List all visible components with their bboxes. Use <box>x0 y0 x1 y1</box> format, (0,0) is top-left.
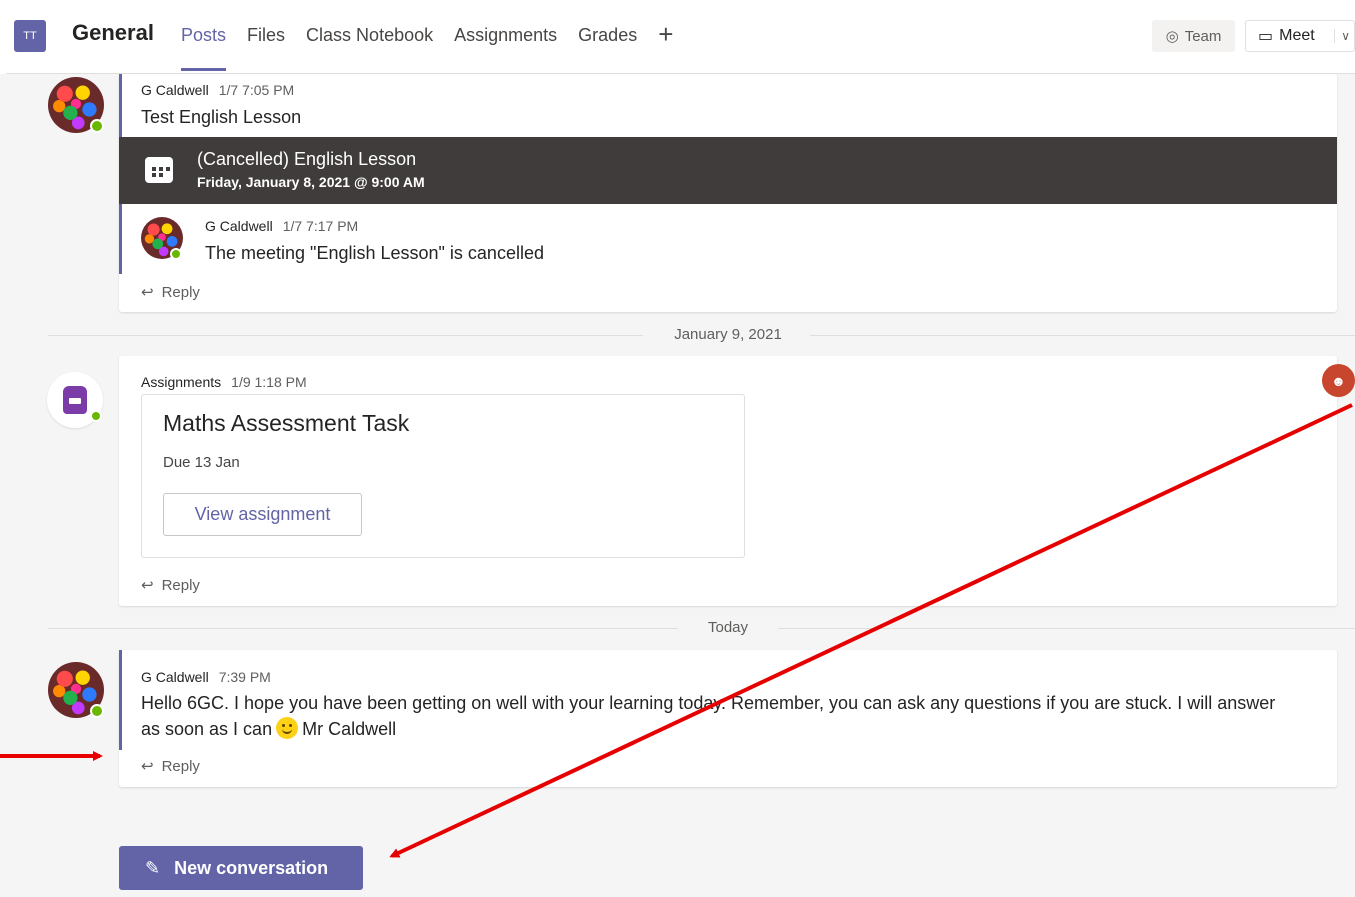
post-author[interactable]: G Caldwell <box>141 82 209 98</box>
tab-posts[interactable]: Posts <box>181 25 227 71</box>
team-button[interactable]: ◎ Team <box>1152 20 1235 52</box>
reply-button[interactable]: ↩ Reply <box>141 757 200 776</box>
thread-accent-bar <box>119 650 122 750</box>
post-text-line2: as soon as I can <box>141 719 273 739</box>
assignment-title: Maths Assessment Task <box>163 410 410 436</box>
meeting-card[interactable]: (Cancelled) English Lesson Friday, Janua… <box>119 137 1337 204</box>
calendar-icon <box>145 157 173 183</box>
post-text-line1: Hello 6GC. I hope you have been getting … <box>141 693 1276 713</box>
assignment-due-date: Due 13 Jan <box>163 454 240 471</box>
backpack-icon <box>63 386 87 414</box>
divider <box>48 628 678 629</box>
new-conversation-button[interactable]: ✎ New conversation <box>119 846 363 890</box>
reply-author[interactable]: G Caldwell <box>205 218 273 234</box>
tab-class-notebook[interactable]: Class Notebook <box>306 25 433 46</box>
post-author[interactable]: Assignments <box>141 374 221 390</box>
meeting-title: (Cancelled) English Lesson <box>197 149 417 169</box>
reply-time: 1/7 7:17 PM <box>282 218 359 234</box>
post-author[interactable]: G Caldwell <box>141 669 209 685</box>
compose-icon: ✎ <box>145 857 161 878</box>
smile-emoji-icon <box>276 717 299 739</box>
team-button-label: Team <box>1184 27 1222 45</box>
post-text-signature: Mr Caldwell <box>302 719 397 739</box>
reply-button[interactable]: ↩ Reply <box>141 283 200 302</box>
post-time: 1/9 1:18 PM <box>231 374 307 390</box>
reply-label: Reply <box>161 283 200 301</box>
post-meta: G Caldwell 1/7 7:05 PM <box>141 82 294 98</box>
divider <box>810 335 1355 336</box>
post-time: 7:39 PM <box>218 669 271 685</box>
channel-header: TT General Posts Files Class Notebook As… <box>6 6 1355 74</box>
date-separator: Today <box>707 619 749 636</box>
reply-arrow-icon: ↩ <box>141 758 154 775</box>
channel-title: General <box>72 20 154 45</box>
assignment-card[interactable]: Maths Assessment Task Due 13 Jan View as… <box>141 394 745 558</box>
new-conversation-label: New conversation <box>174 857 329 878</box>
reply-arrow-icon: ↩ <box>141 284 154 301</box>
post-meta: Assignments 1/9 1:18 PM <box>141 374 307 390</box>
date-separator: January 9, 2021 <box>674 326 782 343</box>
plus-icon[interactable]: + <box>658 21 673 47</box>
post-card: G Caldwell 7:39 PM Hello 6GC. I hope you … <box>119 650 1337 787</box>
divider <box>48 335 643 336</box>
presence-available-icon <box>90 704 104 718</box>
reply-label: Reply <box>161 576 200 594</box>
channel-tabs: Posts Files Class Notebook Assignments G… <box>181 21 673 71</box>
presence-available-icon <box>90 119 104 133</box>
reply-meta: G Caldwell 1/7 7:17 PM <box>205 218 358 234</box>
meeting-date: Friday, January 8, 2021 @ 9:00 AM <box>197 174 425 190</box>
video-camera-icon: ▭ <box>1258 28 1274 45</box>
tab-grades[interactable]: Grades <box>578 25 637 46</box>
reply-button[interactable]: ↩ Reply <box>141 576 200 595</box>
meet-button[interactable]: ▭ Meet ∨ <box>1245 20 1355 52</box>
chevron-down-icon[interactable]: ∨ <box>1334 29 1350 43</box>
post-text: Test English Lesson <box>141 107 302 127</box>
posts-feed: G Caldwell 1/7 7:05 PM Test English Lesso… <box>0 74 1355 897</box>
reply-arrow-icon: ↩ <box>141 577 154 594</box>
presence-available-icon <box>90 410 102 422</box>
tab-assignments[interactable]: Assignments <box>454 25 557 46</box>
eye-icon: ◎ <box>1165 28 1179 45</box>
presence-available-icon <box>170 248 182 260</box>
meet-button-label: Meet <box>1279 27 1315 44</box>
post-text: Hello 6GC. I hope you have been getting … <box>141 690 1331 742</box>
team-avatar[interactable]: TT <box>14 20 46 52</box>
view-assignment-button[interactable]: View assignment <box>163 493 362 536</box>
reply-label: Reply <box>161 757 200 775</box>
post-time: 1/7 7:05 PM <box>218 82 295 98</box>
post-meta: G Caldwell 7:39 PM <box>141 669 271 685</box>
divider <box>778 628 1355 629</box>
tab-files[interactable]: Files <box>247 25 285 46</box>
people-icon[interactable]: ☻ <box>1322 364 1355 397</box>
reply-text: The meeting "English Lesson" is cancelle… <box>205 243 544 263</box>
post-card: G Caldwell 1/7 7:05 PM Test English Lesso… <box>119 74 1337 312</box>
